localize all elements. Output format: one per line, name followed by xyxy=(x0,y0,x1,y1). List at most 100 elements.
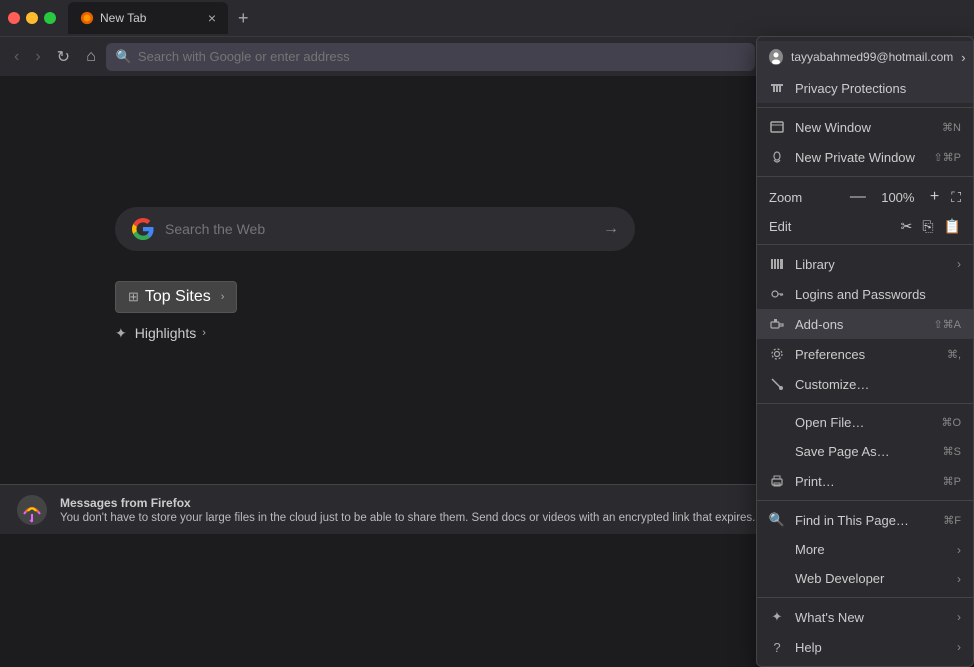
customize-label: Customize… xyxy=(795,377,869,392)
logins-icon xyxy=(769,286,785,302)
new-window-icon xyxy=(769,119,785,135)
open-file-label: Open File… xyxy=(769,415,864,430)
active-tab[interactable]: New Tab × xyxy=(68,2,228,34)
zoom-minus-button[interactable]: — xyxy=(846,186,870,208)
preferences-item[interactable]: Preferences ⌘, xyxy=(757,339,973,369)
home-icon: ⌂ xyxy=(86,48,96,65)
preferences-icon xyxy=(769,346,785,362)
save-page-label: Save Page As… xyxy=(769,444,890,459)
refresh-button[interactable]: ↻ xyxy=(51,43,76,71)
account-row[interactable]: tayyabahmed99@hotmail.com › xyxy=(757,41,973,73)
print-shortcut: ⌘P xyxy=(943,475,961,488)
preferences-shortcut: ⌘, xyxy=(947,348,961,361)
google-logo xyxy=(131,217,155,241)
divider-5 xyxy=(757,500,973,501)
top-sites-arrow: › xyxy=(221,291,225,303)
zoom-label: Zoom xyxy=(769,190,838,205)
cut-button[interactable]: ✂ xyxy=(901,218,913,235)
notification-title: Messages from Firefox xyxy=(60,496,755,510)
google-search-bar[interactable]: → xyxy=(115,207,635,251)
forward-button[interactable]: › xyxy=(29,44,46,70)
edit-icons: ✂ ⎘ 📋 xyxy=(901,218,961,235)
addons-icon xyxy=(769,316,785,332)
customize-svg xyxy=(770,377,784,391)
account-svg xyxy=(769,50,783,64)
print-icon xyxy=(769,473,785,489)
privacy-icon xyxy=(769,80,785,96)
private-window-icon xyxy=(769,149,785,165)
zoom-percentage: 100% xyxy=(878,190,918,205)
zoom-plus-button[interactable]: + xyxy=(926,186,943,208)
print-svg xyxy=(770,474,784,488)
print-label: Print… xyxy=(795,474,835,489)
minimize-button[interactable] xyxy=(26,12,38,24)
divider-1 xyxy=(757,107,973,108)
account-icon xyxy=(769,49,783,65)
close-button[interactable] xyxy=(8,12,20,24)
google-search-input[interactable] xyxy=(165,221,593,237)
new-tab-button[interactable]: + xyxy=(232,8,255,29)
window-svg xyxy=(770,120,784,134)
web-dev-label: Web Developer xyxy=(769,571,884,586)
new-private-window-label: New Private Window xyxy=(795,150,915,165)
help-chevron: › xyxy=(957,640,961,654)
whats-new-item[interactable]: ✦ What's New › xyxy=(757,602,973,632)
notification-icon xyxy=(16,494,48,526)
top-sites-label: Top Sites xyxy=(145,288,211,306)
new-private-shortcut: ⇧⌘P xyxy=(933,151,961,164)
highlights-row[interactable]: ✦ Highlights › xyxy=(115,325,635,342)
library-label: Library xyxy=(795,257,835,272)
addons-label: Add-ons xyxy=(795,317,843,332)
web-dev-item[interactable]: Web Developer › xyxy=(757,564,973,593)
save-page-item[interactable]: Save Page As… ⌘S xyxy=(757,437,973,466)
print-item[interactable]: Print… ⌘P xyxy=(757,466,973,496)
whats-new-chevron: › xyxy=(957,610,961,624)
top-sites-icon: ⊞ xyxy=(128,289,139,305)
divider-3 xyxy=(757,244,973,245)
customize-icon xyxy=(769,376,785,392)
main-content: → ⊞ Top Sites › ✦ Highlights › xyxy=(0,76,750,484)
edit-row: Edit ✂ ⎘ 📋 xyxy=(757,213,973,240)
window-controls xyxy=(8,12,56,24)
copy-button[interactable]: ⎘ xyxy=(922,218,933,235)
addons-shortcut: ⇧⌘A xyxy=(933,318,961,331)
account-chevron: › xyxy=(961,50,965,65)
help-label: Help xyxy=(795,640,822,655)
zoom-expand-icon[interactable]: ⛶ xyxy=(951,189,961,206)
maximize-button[interactable] xyxy=(44,12,56,24)
new-private-window-item[interactable]: New Private Window ⇧⌘P xyxy=(757,142,973,172)
find-label: Find in This Page… xyxy=(795,513,909,528)
new-window-item[interactable]: New Window ⌘N xyxy=(757,112,973,142)
logins-item[interactable]: Logins and Passwords xyxy=(757,279,973,309)
address-input[interactable] xyxy=(138,49,746,64)
top-sites-section[interactable]: ⊞ Top Sites › xyxy=(115,281,237,313)
new-window-label: New Window xyxy=(795,120,871,135)
help-icon: ? xyxy=(769,639,785,655)
back-button[interactable]: ‹ xyxy=(8,44,25,70)
customize-item[interactable]: Customize… xyxy=(757,369,973,399)
library-chevron: › xyxy=(957,257,961,271)
divider-4 xyxy=(757,403,973,404)
highlights-label: Highlights xyxy=(135,325,196,341)
tab-close-button[interactable]: × xyxy=(208,10,216,26)
private-svg xyxy=(770,150,784,164)
addons-item[interactable]: Add-ons ⇧⌘A xyxy=(757,309,973,339)
tab-label: New Tab xyxy=(100,11,146,25)
help-item[interactable]: ? Help › xyxy=(757,632,973,662)
zoom-row: Zoom — 100% + ⛶ xyxy=(757,181,973,213)
more-item[interactable]: More › xyxy=(757,535,973,564)
search-arrow-icon: → xyxy=(603,220,619,238)
divider-6 xyxy=(757,597,973,598)
home-button[interactable]: ⌂ xyxy=(80,44,102,70)
privacy-protections-row[interactable]: Privacy Protections xyxy=(757,73,973,103)
address-bar: 🔍 xyxy=(106,43,756,71)
library-item[interactable]: Library › xyxy=(757,249,973,279)
divider-2 xyxy=(757,176,973,177)
open-file-item[interactable]: Open File… ⌘O xyxy=(757,408,973,437)
top-sites-row[interactable]: ⊞ Top Sites › xyxy=(115,281,635,313)
paste-button[interactable]: 📋 xyxy=(944,218,961,235)
whats-new-label: What's New xyxy=(795,610,864,625)
save-page-shortcut: ⌘S xyxy=(943,445,961,458)
find-item[interactable]: 🔍 Find in This Page… ⌘F xyxy=(757,505,973,535)
addons-svg xyxy=(770,317,784,331)
